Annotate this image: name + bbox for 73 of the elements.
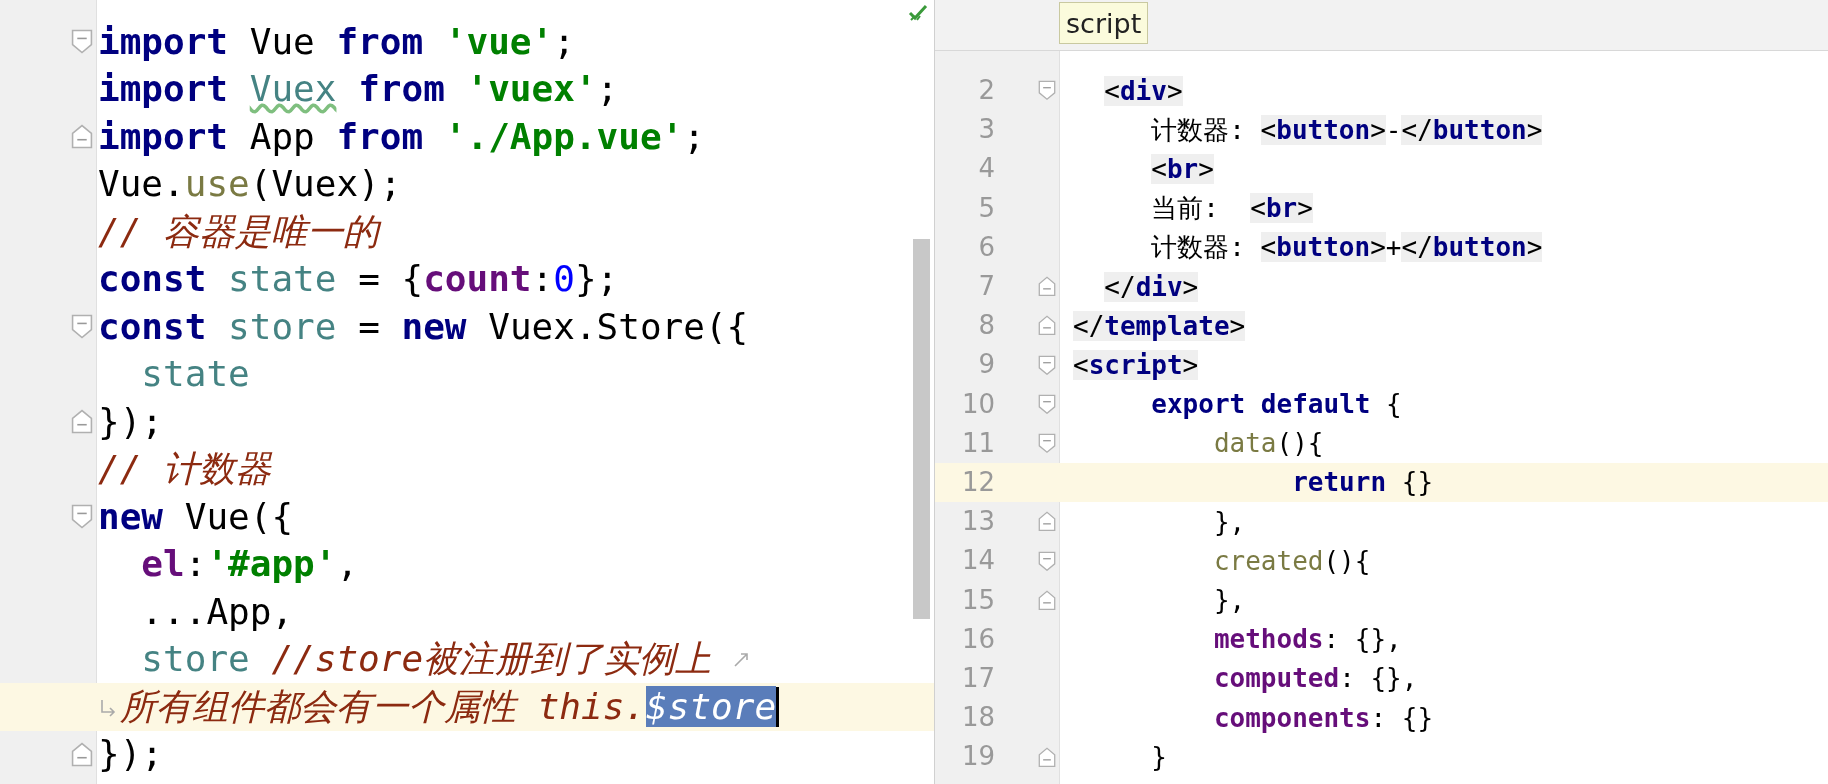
code-line: } — [1150, 740, 1167, 774]
code-line: state — [140, 352, 250, 397]
code-line: <br> — [1150, 152, 1214, 186]
check-icon — [908, 4, 928, 22]
fold-marker-icon[interactable] — [1038, 550, 1056, 572]
code-line: }); — [98, 399, 164, 444]
fold-marker-icon[interactable] — [1038, 80, 1056, 101]
line-number: 2 — [977, 74, 995, 108]
code-line: }); — [98, 732, 164, 777]
code-line: data(){ — [1212, 427, 1324, 461]
code-line: import App from './App.vue'; — [98, 114, 705, 159]
code-line: <script> — [1073, 348, 1199, 382]
fold-marker-icon[interactable] — [1038, 354, 1056, 376]
code-line: 当前: <br> — [1150, 192, 1313, 226]
code-line: el:'#app', — [140, 542, 359, 587]
code-line: // 容器是唯一的 — [98, 209, 380, 254]
code-line: }, — [1212, 584, 1246, 618]
line-number: 19 — [960, 740, 995, 774]
fold-marker-icon[interactable] — [1038, 393, 1056, 415]
line-number: 10 — [960, 387, 995, 421]
fold-marker-icon[interactable] — [1038, 511, 1056, 532]
code-line: 计数器: <button>-</button> — [1150, 113, 1543, 147]
code-line: import Vuex from 'vuex'; — [98, 67, 619, 112]
code-editor[interactable] — [0, 0, 935, 784]
fold-marker-icon[interactable] — [1038, 276, 1056, 297]
line-number: 11 — [960, 426, 995, 460]
line-number: 15 — [960, 583, 995, 617]
fold-marker-icon[interactable] — [71, 504, 93, 530]
line-number: 6 — [977, 230, 995, 264]
line-number: 4 — [977, 152, 995, 186]
code-line: export default { — [1150, 388, 1402, 422]
code-line: store //store被注册到了实例上 — [140, 637, 712, 682]
code-line: import Vue from 'vue'; — [98, 19, 575, 64]
fold-marker-icon[interactable] — [71, 741, 93, 767]
code-line: // 计数器 — [98, 447, 272, 492]
code-editor[interactable] — [935, 0, 1828, 784]
line-number: 17 — [960, 661, 995, 695]
line-number: 18 — [960, 701, 995, 735]
fold-marker-icon[interactable] — [1038, 746, 1056, 768]
line-number: 12 — [960, 465, 995, 499]
code-line: methods: {}, — [1212, 623, 1402, 657]
code-line: ...App, — [140, 589, 294, 634]
line-number: 7 — [977, 270, 995, 304]
line-number: 8 — [977, 309, 995, 343]
code-line: const store = new Vuex.Store({ — [98, 304, 749, 349]
line-number: 13 — [960, 505, 995, 539]
code-line: <div> — [1103, 74, 1183, 108]
line-number: 3 — [977, 113, 995, 147]
code-line: const state = {count:0}; — [98, 257, 619, 302]
fold-marker-icon[interactable] — [71, 409, 93, 435]
code-line: computed: {}, — [1212, 662, 1418, 696]
code-line: created(){ — [1212, 544, 1371, 578]
code-line: Vue.use(Vuex); — [98, 162, 402, 207]
line-number: 9 — [977, 348, 995, 382]
code-line: </template> — [1073, 309, 1246, 343]
line-number: 14 — [960, 544, 995, 578]
code-line: components: {} — [1212, 701, 1434, 735]
code-line: 计数器: <button>+</button> — [1150, 231, 1543, 265]
fold-marker-icon[interactable] — [71, 314, 93, 340]
fold-marker-icon[interactable] — [1038, 315, 1056, 336]
fold-marker-icon[interactable] — [1038, 433, 1056, 454]
tooltip: script — [1059, 2, 1149, 44]
code-line: </div> — [1103, 270, 1199, 304]
code-line: new Vue({ — [98, 494, 294, 539]
line-number: 16 — [960, 622, 995, 656]
scrollbar-thumb[interactable] — [913, 239, 930, 619]
fold-marker-icon[interactable] — [71, 124, 93, 150]
code-line: return {} — [1291, 466, 1434, 500]
fold-marker-icon[interactable] — [1038, 589, 1056, 611]
code-line: }, — [1212, 505, 1246, 539]
code-line: 所有组件都会有一个属性 this.$store — [120, 684, 777, 729]
fold-marker-icon[interactable] — [71, 29, 93, 55]
line-number: 5 — [977, 191, 995, 225]
